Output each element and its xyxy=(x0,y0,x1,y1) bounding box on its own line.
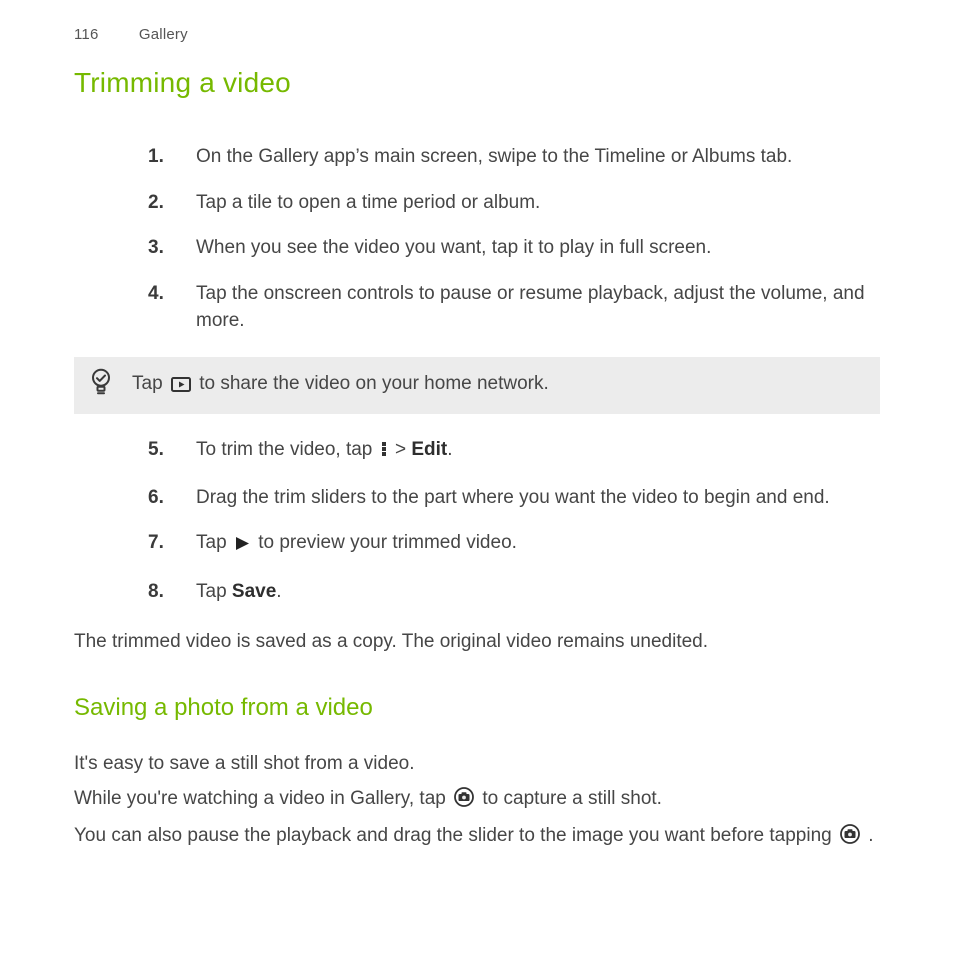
heading-trimming-video: Trimming a video xyxy=(74,67,880,99)
step-number: 2. xyxy=(148,189,164,217)
section2-p3: You can also pause the playback and drag… xyxy=(74,822,880,854)
play-icon xyxy=(235,532,250,560)
camera-capture-icon xyxy=(454,787,474,817)
step-8: 8. Tap Save. xyxy=(148,578,880,606)
section2-p2: While you're watching a video in Gallery… xyxy=(74,785,880,817)
step-text-pre: To trim the video, tap xyxy=(196,439,378,460)
step-list-5to8: 5. To trim the video, tap > Edit. 6. Dra… xyxy=(74,436,880,605)
page-number: 116 xyxy=(74,26,99,43)
chapter-name: Gallery xyxy=(139,26,188,43)
step-4: 4. Tap the onscreen controls to pause or… xyxy=(148,280,880,335)
step-number: 6. xyxy=(148,484,164,512)
step-text-pre: Tap xyxy=(196,581,232,602)
step-list-1to4: 1. On the Gallery app’s main screen, swi… xyxy=(74,143,880,335)
save-label: Save xyxy=(232,581,276,602)
step-number: 3. xyxy=(148,234,164,262)
p3-post: . xyxy=(868,825,873,846)
step-number: 4. xyxy=(148,280,164,308)
tip-callout: Tap to share the video on your home netw… xyxy=(74,357,880,415)
document-page: 116 Gallery Trimming a video 1. On the G… xyxy=(0,0,954,954)
overflow-menu-icon xyxy=(381,438,387,466)
step-text: When you see the video you want, tap it … xyxy=(196,237,711,258)
step-text: Tap a tile to open a time period or albu… xyxy=(196,192,540,213)
p2-pre: While you're watching a video in Gallery… xyxy=(74,788,451,809)
tip-text-post: to share the video on your home network. xyxy=(199,373,549,394)
step-1: 1. On the Gallery app’s main screen, swi… xyxy=(148,143,880,171)
tip-text-pre: Tap xyxy=(132,373,168,394)
step-3: 3. When you see the video you want, tap … xyxy=(148,234,880,262)
edit-label: Edit xyxy=(411,439,447,460)
heading-saving-photo: Saving a photo from a video xyxy=(74,694,880,722)
step-number: 5. xyxy=(148,436,164,464)
step-text-post: . xyxy=(276,581,281,602)
step-text: Drag the trim sliders to the part where … xyxy=(196,487,830,508)
step-7: 7. Tap to preview your trimmed video. xyxy=(148,529,880,560)
step-text-post: to preview your trimmed video. xyxy=(258,532,517,553)
step-text-mid: > xyxy=(395,439,411,460)
section1-footer-text: The trimmed video is saved as a copy. Th… xyxy=(74,628,880,657)
p3-pre: You can also pause the playback and drag… xyxy=(74,825,837,846)
step-2: 2. Tap a tile to open a time period or a… xyxy=(148,189,880,217)
p2-post: to capture a still shot. xyxy=(482,788,662,809)
running-header: 116 Gallery xyxy=(74,26,880,43)
step-number: 1. xyxy=(148,143,164,171)
lightbulb-icon xyxy=(90,367,112,404)
step-5: 5. To trim the video, tap > Edit. xyxy=(148,436,880,466)
step-text-post: . xyxy=(447,439,452,460)
step-text: Tap the onscreen controls to pause or re… xyxy=(196,283,865,332)
step-number: 8. xyxy=(148,578,164,606)
step-text: On the Gallery app’s main screen, swipe … xyxy=(196,146,792,167)
step-6: 6. Drag the trim sliders to the part whe… xyxy=(148,484,880,512)
dlna-share-icon xyxy=(171,374,191,401)
camera-capture-icon xyxy=(840,824,860,854)
step-number: 7. xyxy=(148,529,164,557)
step-text-pre: Tap xyxy=(196,532,232,553)
section2-p1: It's easy to save a still shot from a vi… xyxy=(74,750,880,779)
